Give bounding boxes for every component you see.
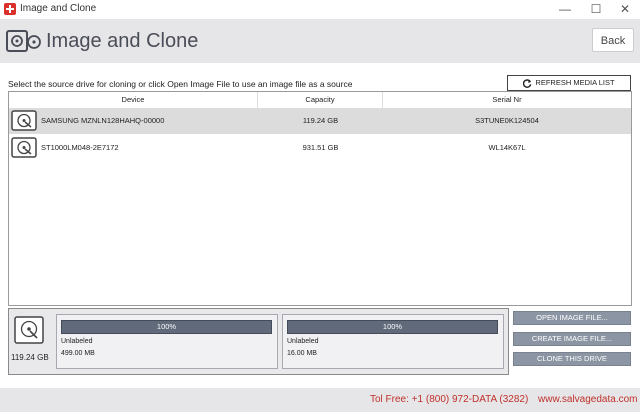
drive-table: Device Capacity Serial Nr SAMSUNG MZNLN1… [8,91,632,306]
back-button[interactable]: Back [592,28,634,52]
app-logo-icon [4,3,16,15]
refresh-media-label: REFRESH MEDIA LIST [535,78,615,87]
partition-name: Unlabeled [287,338,319,345]
refresh-icon [523,78,532,88]
table-row[interactable]: SAMSUNG MZNLN128HAHQ-00000 119.24 GB S3T… [9,108,631,134]
page-title: Image and Clone [46,30,199,52]
window-title: Image and Clone [20,3,97,14]
device-capacity: 119.24 GB [302,116,339,125]
close-button[interactable]: ✕ [610,0,640,19]
selected-drive-capacity: 119.24 GB [11,353,49,362]
minimize-button[interactable]: — [550,0,580,19]
disk-clone-icon [6,30,41,52]
table-header: Device Capacity Serial Nr [9,92,631,109]
column-header-device[interactable]: Device [9,92,258,108]
partition-name: Unlabeled [61,338,93,345]
create-image-file-button[interactable]: CREATE IMAGE FILE... [513,332,631,346]
device-capacity: 931.51 GB [302,143,339,152]
partition-size: 16.00 MB [287,350,317,357]
website-link[interactable]: www.salvagedata.com [538,394,638,405]
partition-block[interactable]: 100% Unlabeled 16.00 MB [282,314,504,369]
toll-free-number: Tol Free: +1 (800) 972-DATA (3282) [370,394,529,405]
device-name: SAMSUNG MZNLN128HAHQ-00000 [41,116,165,125]
partition-block[interactable]: 100% Unlabeled 499.00 MB [56,314,278,369]
hard-drive-icon [14,316,44,344]
open-image-file-button[interactable]: OPEN IMAGE FILE... [513,311,631,325]
partition-size: 499.00 MB [61,350,95,357]
hard-drive-icon [11,137,37,158]
hard-drive-icon [11,110,37,131]
column-header-capacity[interactable]: Capacity [258,92,383,108]
device-serial: S3TUNE0K124504 [475,116,539,125]
partition-progress-bar: 100% [61,320,272,334]
column-header-serial[interactable]: Serial Nr [383,92,631,108]
clone-drive-button[interactable]: CLONE THIS DRIVE [513,352,631,366]
device-name: ST1000LM048-2E7172 [41,143,119,152]
maximize-button[interactable]: ☐ [581,0,611,19]
device-serial: WL14K67L [488,143,526,152]
refresh-media-button[interactable]: REFRESH MEDIA LIST [507,75,631,91]
instructions-text: Select the source drive for cloning or c… [8,79,353,89]
partition-progress-bar: 100% [287,320,498,334]
table-row[interactable]: ST1000LM048-2E7172 931.51 GB WL14K67L [9,135,631,161]
